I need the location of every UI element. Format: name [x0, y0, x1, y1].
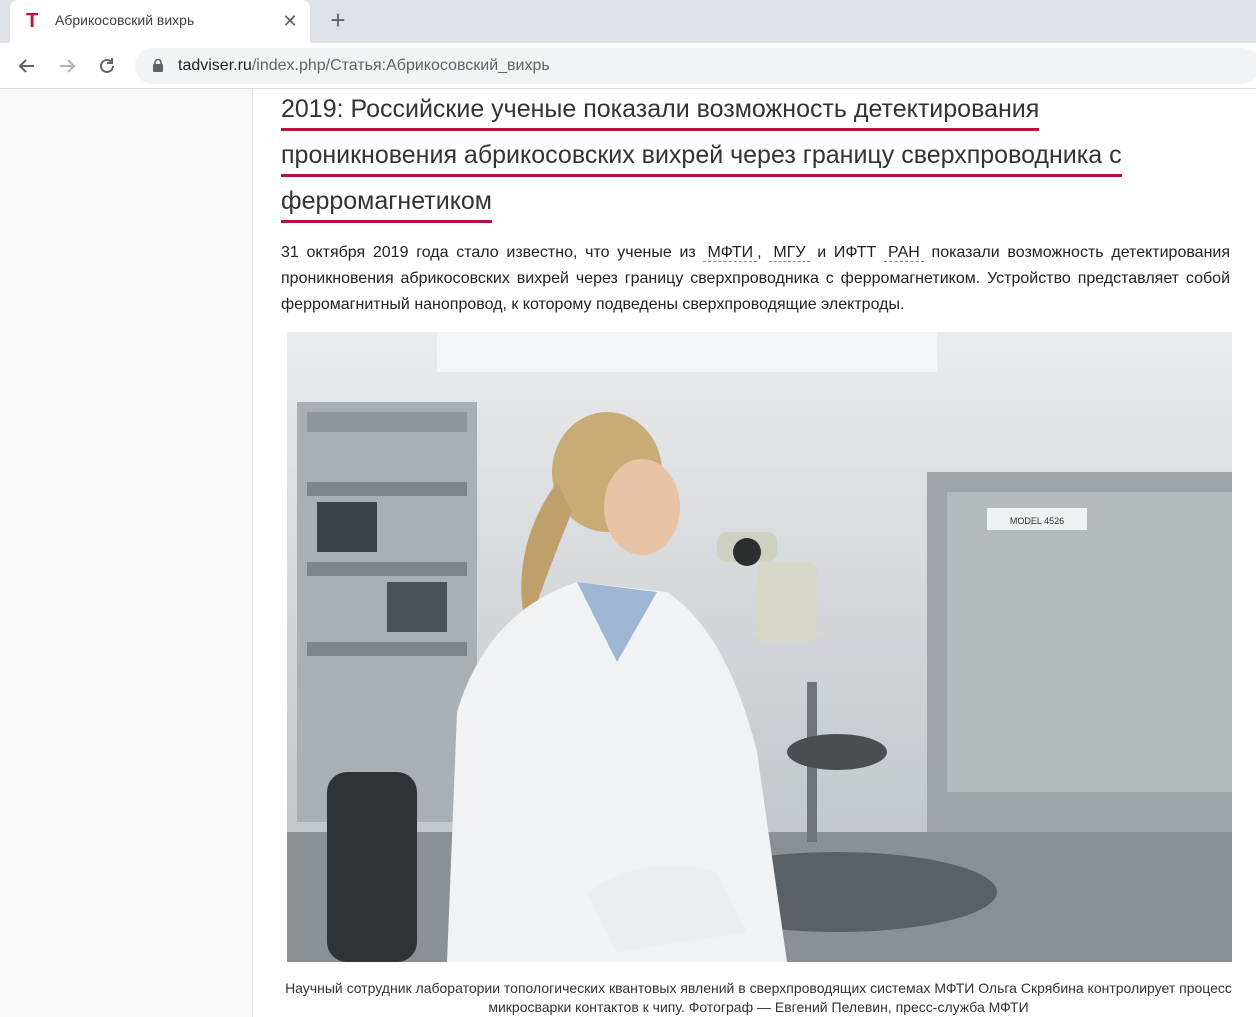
heading-line-3: ферромагнетиком	[281, 186, 492, 223]
forward-button[interactable]	[53, 52, 81, 80]
paragraph-prefix: 31 октября 2019 года стало известно, что…	[281, 244, 704, 261]
browser-toolbar: tadviser.ru/index.php/Статья:Абрикосовск…	[0, 43, 1256, 89]
reload-icon	[100, 58, 114, 73]
photo-caption: Научный сотрудник лаборатории топологиче…	[281, 979, 1236, 1017]
machine-model-label: MODEL 4526	[1010, 516, 1064, 526]
browser-tab[interactable]: T Абрикосовский вихрь ✕	[10, 0, 310, 43]
tab-strip: T Абрикосовский вихрь ✕ +	[0, 0, 1256, 43]
plus-icon: +	[330, 5, 346, 35]
org-link-mfti[interactable]: МФТИ	[703, 244, 758, 262]
org-link-ran[interactable]: РАН	[883, 244, 924, 262]
paragraph-comma: ,	[757, 244, 770, 261]
address-bar[interactable]: tadviser.ru/index.php/Статья:Абрикосовск…	[135, 48, 1256, 84]
tadviser-favicon-icon: T	[26, 10, 39, 32]
arrow-left-icon	[18, 59, 34, 73]
arrow-right-icon	[60, 59, 76, 73]
new-tab-button[interactable]: +	[325, 5, 351, 35]
heading-line-1: 2019: Российские ученые показали возможн…	[281, 94, 1040, 131]
url-path: /index.php/Статья:Абрикосовский_вихрь	[251, 57, 550, 74]
paragraph-and: и ИФТТ	[809, 244, 884, 261]
url-text: tadviser.ru/index.php/Статья:Абрикосовск…	[178, 57, 550, 75]
url-domain: tadviser.ru	[178, 57, 252, 74]
close-tab-icon[interactable]: ✕	[280, 10, 300, 32]
article-photo: MODEL 4526	[287, 332, 1232, 962]
lock-icon	[153, 59, 163, 72]
left-sidebar	[0, 89, 253, 1017]
lab-photo-illustration: MODEL 4526	[287, 332, 1232, 962]
back-button[interactable]	[13, 52, 41, 80]
tab-title: Абрикосовский вихрь	[55, 12, 195, 28]
org-link-mgu[interactable]: МГУ	[769, 244, 810, 262]
caption-line-2: микросварки контактов к чипу. Фотограф —…	[488, 999, 1029, 1015]
caption-line-1: Научный сотрудник лаборатории топологиче…	[285, 980, 1232, 996]
heading-line-2: проникновения абрикосовских вихрей через…	[281, 140, 1122, 177]
article-content: 2019: Российские ученые показали возможн…	[253, 89, 1256, 1017]
reload-button[interactable]	[93, 52, 121, 80]
article-paragraph: 31 октября 2019 года стало известно, что…	[281, 240, 1230, 318]
